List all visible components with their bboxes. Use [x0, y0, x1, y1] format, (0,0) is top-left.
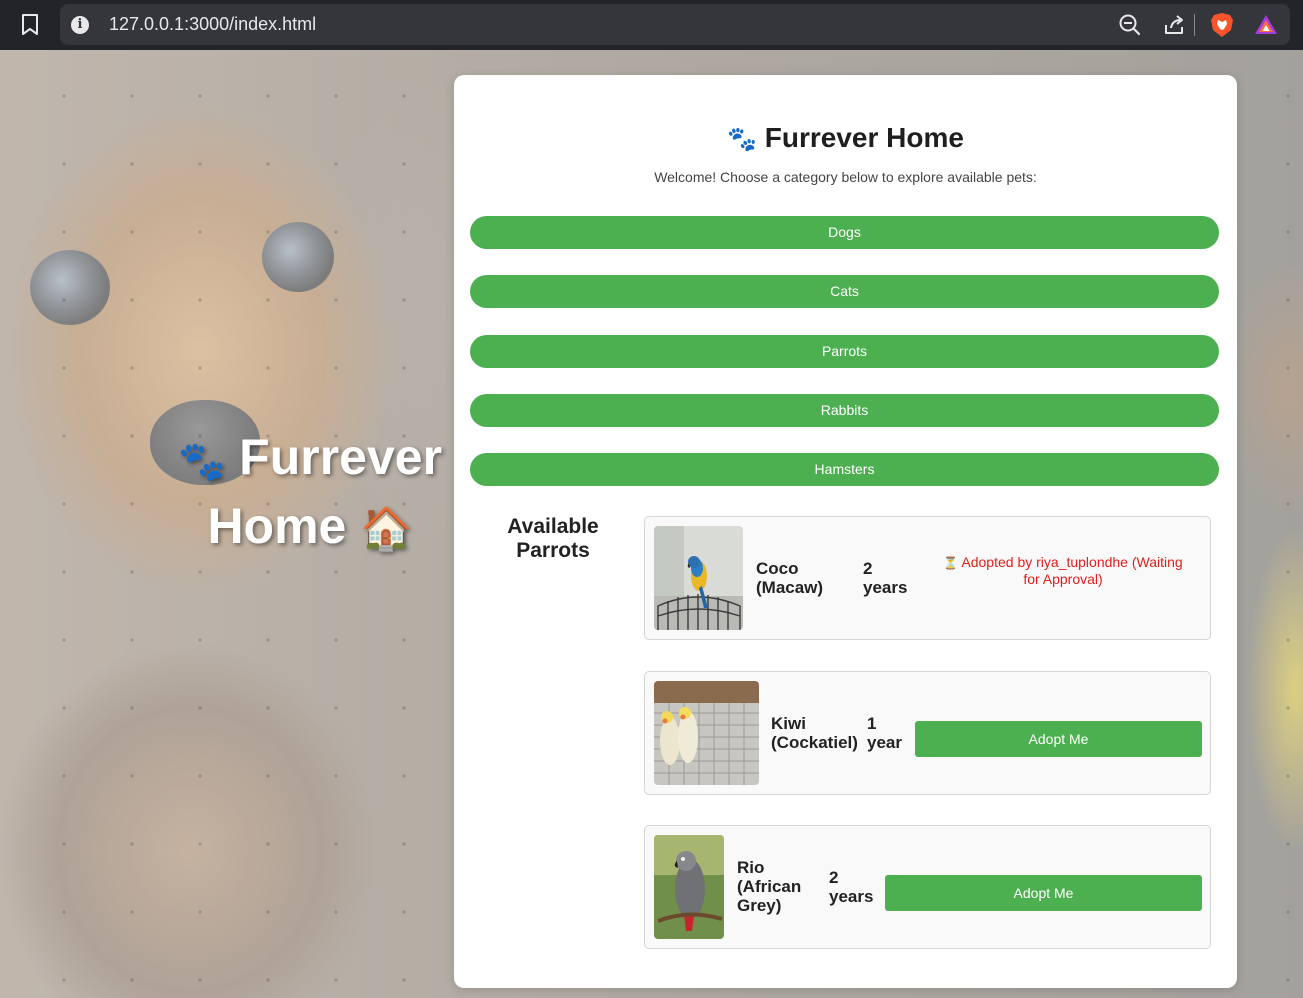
pet-age: 2 years	[829, 868, 874, 906]
pet-name: Kiwi (Cockatiel)	[771, 714, 858, 752]
pet-card: Coco (Macaw) 2 years ⏳ Adopted by riya_t…	[644, 516, 1211, 640]
url-text[interactable]: 127.0.0.1:3000/index.html	[109, 14, 316, 35]
category-button-cats[interactable]: Cats	[470, 275, 1219, 308]
category-button-hamsters[interactable]: Hamsters	[470, 453, 1219, 486]
page-title: 🐾 Furrever Home	[727, 122, 964, 153]
site-info-icon[interactable]: i	[71, 16, 89, 34]
pet-photo	[654, 526, 743, 630]
pet-age: 1 year	[867, 714, 902, 752]
pet-card: Rio (African Grey) 2 years Adopt Me	[644, 825, 1211, 949]
pet-age: 2 years	[863, 559, 908, 597]
brave-shield-icon[interactable]	[1210, 12, 1234, 38]
pet-name: Rio (African Grey)	[737, 858, 802, 915]
share-icon[interactable]	[1162, 13, 1186, 37]
pet-photo	[654, 835, 724, 939]
hero-title-line1: 🐾 Furrever	[177, 429, 443, 485]
hero-title: 🐾 Furrever Home 🏠	[170, 425, 450, 561]
paw-prints-icon: 🐾	[177, 441, 226, 483]
paw-prints-icon: 🐾	[727, 126, 757, 153]
section-title: Available Parrots	[507, 515, 599, 562]
adoption-status: ⏳ Adopted by riya_tuplondhe (Waiting for…	[943, 554, 1183, 587]
hourglass-icon: ⏳	[943, 556, 959, 570]
toolbar-separator	[1194, 14, 1195, 36]
pet-card: Kiwi (Cockatiel) 1 year Adopt Me	[644, 671, 1211, 795]
category-button-parrots[interactable]: Parrots	[470, 335, 1219, 368]
address-bar[interactable]: i 127.0.0.1:3000/index.html	[60, 4, 1290, 45]
pet-name: Coco (Macaw)	[756, 559, 824, 597]
category-button-rabbits[interactable]: Rabbits	[470, 394, 1219, 427]
main-card: 🐾 Furrever Home Welcome! Choose a catego…	[454, 75, 1237, 988]
house-icon: 🏠	[360, 505, 413, 552]
page-subtitle: Welcome! Choose a category below to expl…	[654, 169, 1037, 185]
category-button-dogs[interactable]: Dogs	[470, 216, 1219, 249]
browser-toolbar: i 127.0.0.1:3000/index.html	[0, 0, 1303, 50]
pet-photo	[654, 681, 759, 785]
zoom-out-icon[interactable]	[1118, 13, 1142, 37]
adopt-me-button[interactable]: Adopt Me	[885, 875, 1202, 911]
adopt-me-button[interactable]: Adopt Me	[915, 721, 1202, 757]
bookmark-icon[interactable]	[20, 13, 40, 37]
brave-rewards-icon[interactable]	[1254, 13, 1278, 37]
hero-title-line2: Home 🏠	[207, 498, 413, 554]
